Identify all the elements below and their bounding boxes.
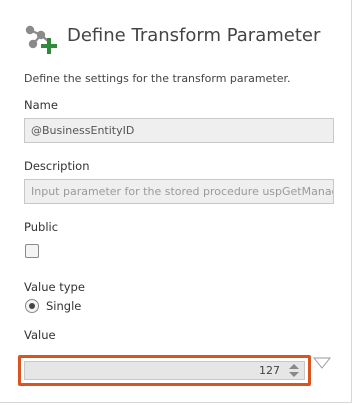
value-label: Value [24,328,56,342]
public-label: Public [24,220,59,234]
radio-selected-dot [29,303,35,309]
value-highlight-box: 127 [18,355,311,386]
value-number[interactable]: 127 [259,362,280,379]
dialog-description: Define the settings for the transform pa… [24,72,291,85]
value-spinner[interactable]: 127 [24,361,305,380]
public-checkbox[interactable] [25,244,39,258]
single-radio-label[interactable]: Single [46,299,81,313]
description-field[interactable]: Input parameter for the stored procedure… [24,179,334,204]
description-label: Description [24,159,90,173]
dialog-title: Define Transform Parameter [67,25,321,46]
spinner-down-icon[interactable] [289,372,299,377]
spinner-buttons[interactable] [286,363,302,378]
spinner-up-icon[interactable] [289,364,299,369]
single-radio[interactable] [25,299,39,313]
dropdown-triangle-icon[interactable] [313,357,331,369]
transform-parameter-icon [25,25,57,54]
value-type-label: Value type [24,280,85,294]
name-label: Name [24,98,58,112]
name-field[interactable]: @BusinessEntityID [24,118,334,143]
dialog-panel: Define Transform Parameter Define the se… [0,0,352,403]
